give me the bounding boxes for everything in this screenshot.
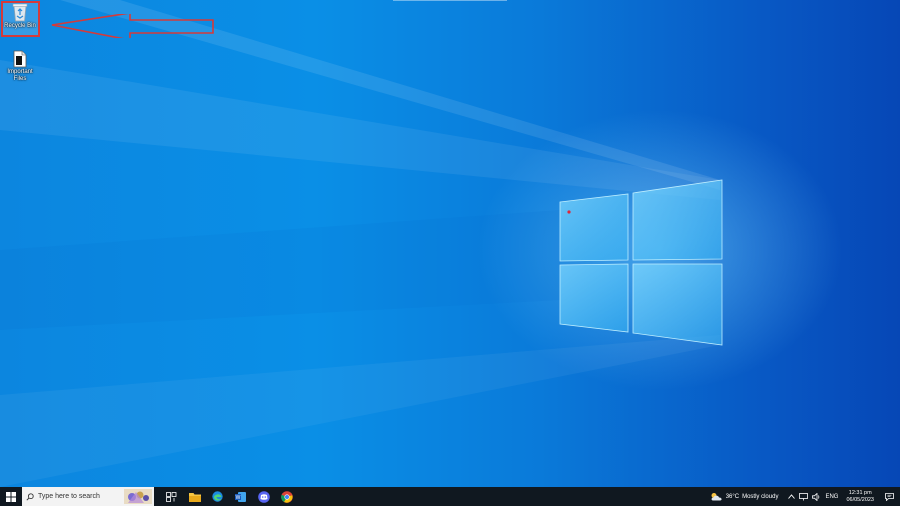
search-highlight-icon [124, 489, 152, 504]
hidden-icons-button[interactable] [788, 494, 796, 499]
task-view-button[interactable] [160, 487, 183, 506]
file-explorer-button[interactable] [183, 487, 206, 506]
language-indicator[interactable]: ENG [825, 494, 838, 500]
chevron-up-icon [788, 494, 796, 499]
annotation-box [1, 1, 40, 37]
windows-logo-wallpaper [0, 0, 723, 487]
system-tray: 36°C Mostly cloudy ENG 12:31 pm 06/05/20… [710, 487, 900, 506]
word-button[interactable]: W [229, 487, 252, 506]
network-icon [799, 492, 809, 500]
file-icon [13, 50, 27, 68]
discord-button[interactable] [252, 487, 275, 506]
file-explorer-icon [188, 492, 201, 502]
discord-icon [257, 490, 270, 503]
windows-start-icon [6, 491, 16, 502]
clock-time: 12:31 pm [848, 489, 872, 496]
word-icon: W [235, 491, 246, 502]
language-label: ENG [825, 493, 839, 500]
taskbar: Type here to search W 36°C Mostly cloudy… [0, 487, 900, 506]
search-icon [26, 492, 34, 501]
chrome-button[interactable] [275, 487, 298, 506]
weather-widget[interactable]: 36°C Mostly cloudy [710, 492, 779, 501]
chrome-icon [280, 490, 293, 503]
desktop[interactable]: Recycle Bin Important Files [0, 0, 900, 487]
annotation-arrow [51, 14, 214, 38]
desktop-icon-important-files[interactable]: Important Files [2, 50, 38, 83]
desktop-icon-label: Important Files [7, 69, 33, 82]
speaker-icon [812, 492, 820, 501]
clock[interactable]: 12:31 pm 06/05/2023 [846, 490, 874, 504]
cloudy-weather-icon [711, 493, 722, 501]
notification-icon [884, 492, 894, 501]
edge-button[interactable] [206, 487, 229, 506]
weather-temperature: 36°C [725, 493, 740, 500]
search-placeholder: Type here to search [38, 493, 100, 500]
start-button[interactable] [0, 487, 22, 506]
notification-button[interactable] [882, 487, 896, 506]
task-view-icon [166, 491, 177, 502]
weather-description: Mostly cloudy [742, 493, 779, 500]
volume-button[interactable] [812, 492, 821, 501]
network-button[interactable] [799, 492, 809, 501]
svg-text:W: W [236, 494, 241, 500]
clock-date: 06/05/2023 [846, 496, 874, 503]
search-box[interactable]: Type here to search [22, 487, 154, 506]
edge-icon [212, 491, 223, 502]
